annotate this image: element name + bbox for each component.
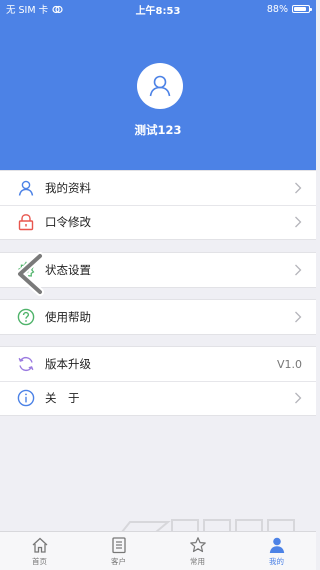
help-icon bbox=[16, 308, 35, 327]
home-icon bbox=[32, 537, 47, 553]
menu-item-about[interactable]: 关 于 bbox=[0, 381, 316, 415]
avatar-user-icon bbox=[149, 75, 171, 97]
profile-header: 测试123 bbox=[0, 0, 316, 170]
tab-mine-label: 我的 bbox=[269, 556, 284, 566]
menu-item-about-label: 关 于 bbox=[45, 391, 80, 405]
carrier-text: 无 SIM 卡 bbox=[6, 5, 49, 16]
info-icon bbox=[16, 389, 35, 408]
tab-customers[interactable]: 客户 bbox=[79, 532, 158, 570]
menu-item-help-label: 使用帮助 bbox=[45, 310, 91, 324]
tab-home-label: 首页 bbox=[32, 556, 47, 566]
menu-item-password-label: 口令修改 bbox=[45, 215, 91, 229]
status-bar: 无 SIM 卡 上午8:53 88% bbox=[0, 0, 316, 18]
wifi-link-icon bbox=[52, 5, 63, 13]
tab-bar: 首页 客户 常用 我的 bbox=[0, 531, 316, 570]
back-arrow-icon bbox=[16, 252, 44, 296]
user-icon bbox=[269, 537, 284, 553]
menu-item-profile[interactable]: 我的资料 bbox=[0, 171, 316, 205]
chevron-right-icon bbox=[295, 392, 302, 404]
star-icon bbox=[189, 536, 206, 552]
menu-item-upgrade-label: 版本升级 bbox=[45, 357, 91, 371]
chevron-right-icon bbox=[295, 264, 302, 276]
tab-mine[interactable]: 我的 bbox=[237, 532, 316, 570]
menu-item-status-label: 状态设置 bbox=[45, 263, 91, 277]
tab-favorites[interactable]: 常用 bbox=[158, 532, 237, 570]
lock-icon bbox=[16, 213, 35, 232]
help-group: 使用帮助 bbox=[0, 299, 316, 335]
back-button[interactable] bbox=[10, 252, 50, 296]
battery-percent: 88% bbox=[266, 3, 288, 15]
username: 测试123 bbox=[134, 123, 182, 137]
menu-item-upgrade[interactable]: 版本升级 V1.0 bbox=[0, 347, 316, 381]
menu-item-help[interactable]: 使用帮助 bbox=[0, 300, 316, 334]
customer-icon bbox=[111, 536, 126, 553]
battery-fill bbox=[294, 7, 307, 11]
tab-favorites-label: 常用 bbox=[190, 556, 205, 566]
refresh-icon bbox=[16, 355, 35, 374]
menu-item-profile-label: 我的资料 bbox=[45, 181, 91, 195]
user-icon bbox=[16, 179, 35, 198]
tab-home[interactable]: 首页 bbox=[0, 532, 79, 570]
battery-icon bbox=[292, 5, 312, 13]
chevron-right-icon bbox=[295, 216, 302, 228]
status-time: 上午8:53 bbox=[135, 5, 181, 17]
tab-customers-label: 客户 bbox=[111, 556, 126, 566]
chevron-right-icon bbox=[295, 182, 302, 194]
avatar[interactable] bbox=[137, 63, 183, 109]
app-info-group: 版本升级 V1.0 关 于 bbox=[0, 346, 316, 416]
chevron-right-icon bbox=[295, 311, 302, 323]
account-group: 我的资料 口令修改 bbox=[0, 170, 316, 240]
version-value: V1.0 bbox=[276, 357, 302, 371]
menu-item-password[interactable]: 口令修改 bbox=[0, 205, 316, 239]
